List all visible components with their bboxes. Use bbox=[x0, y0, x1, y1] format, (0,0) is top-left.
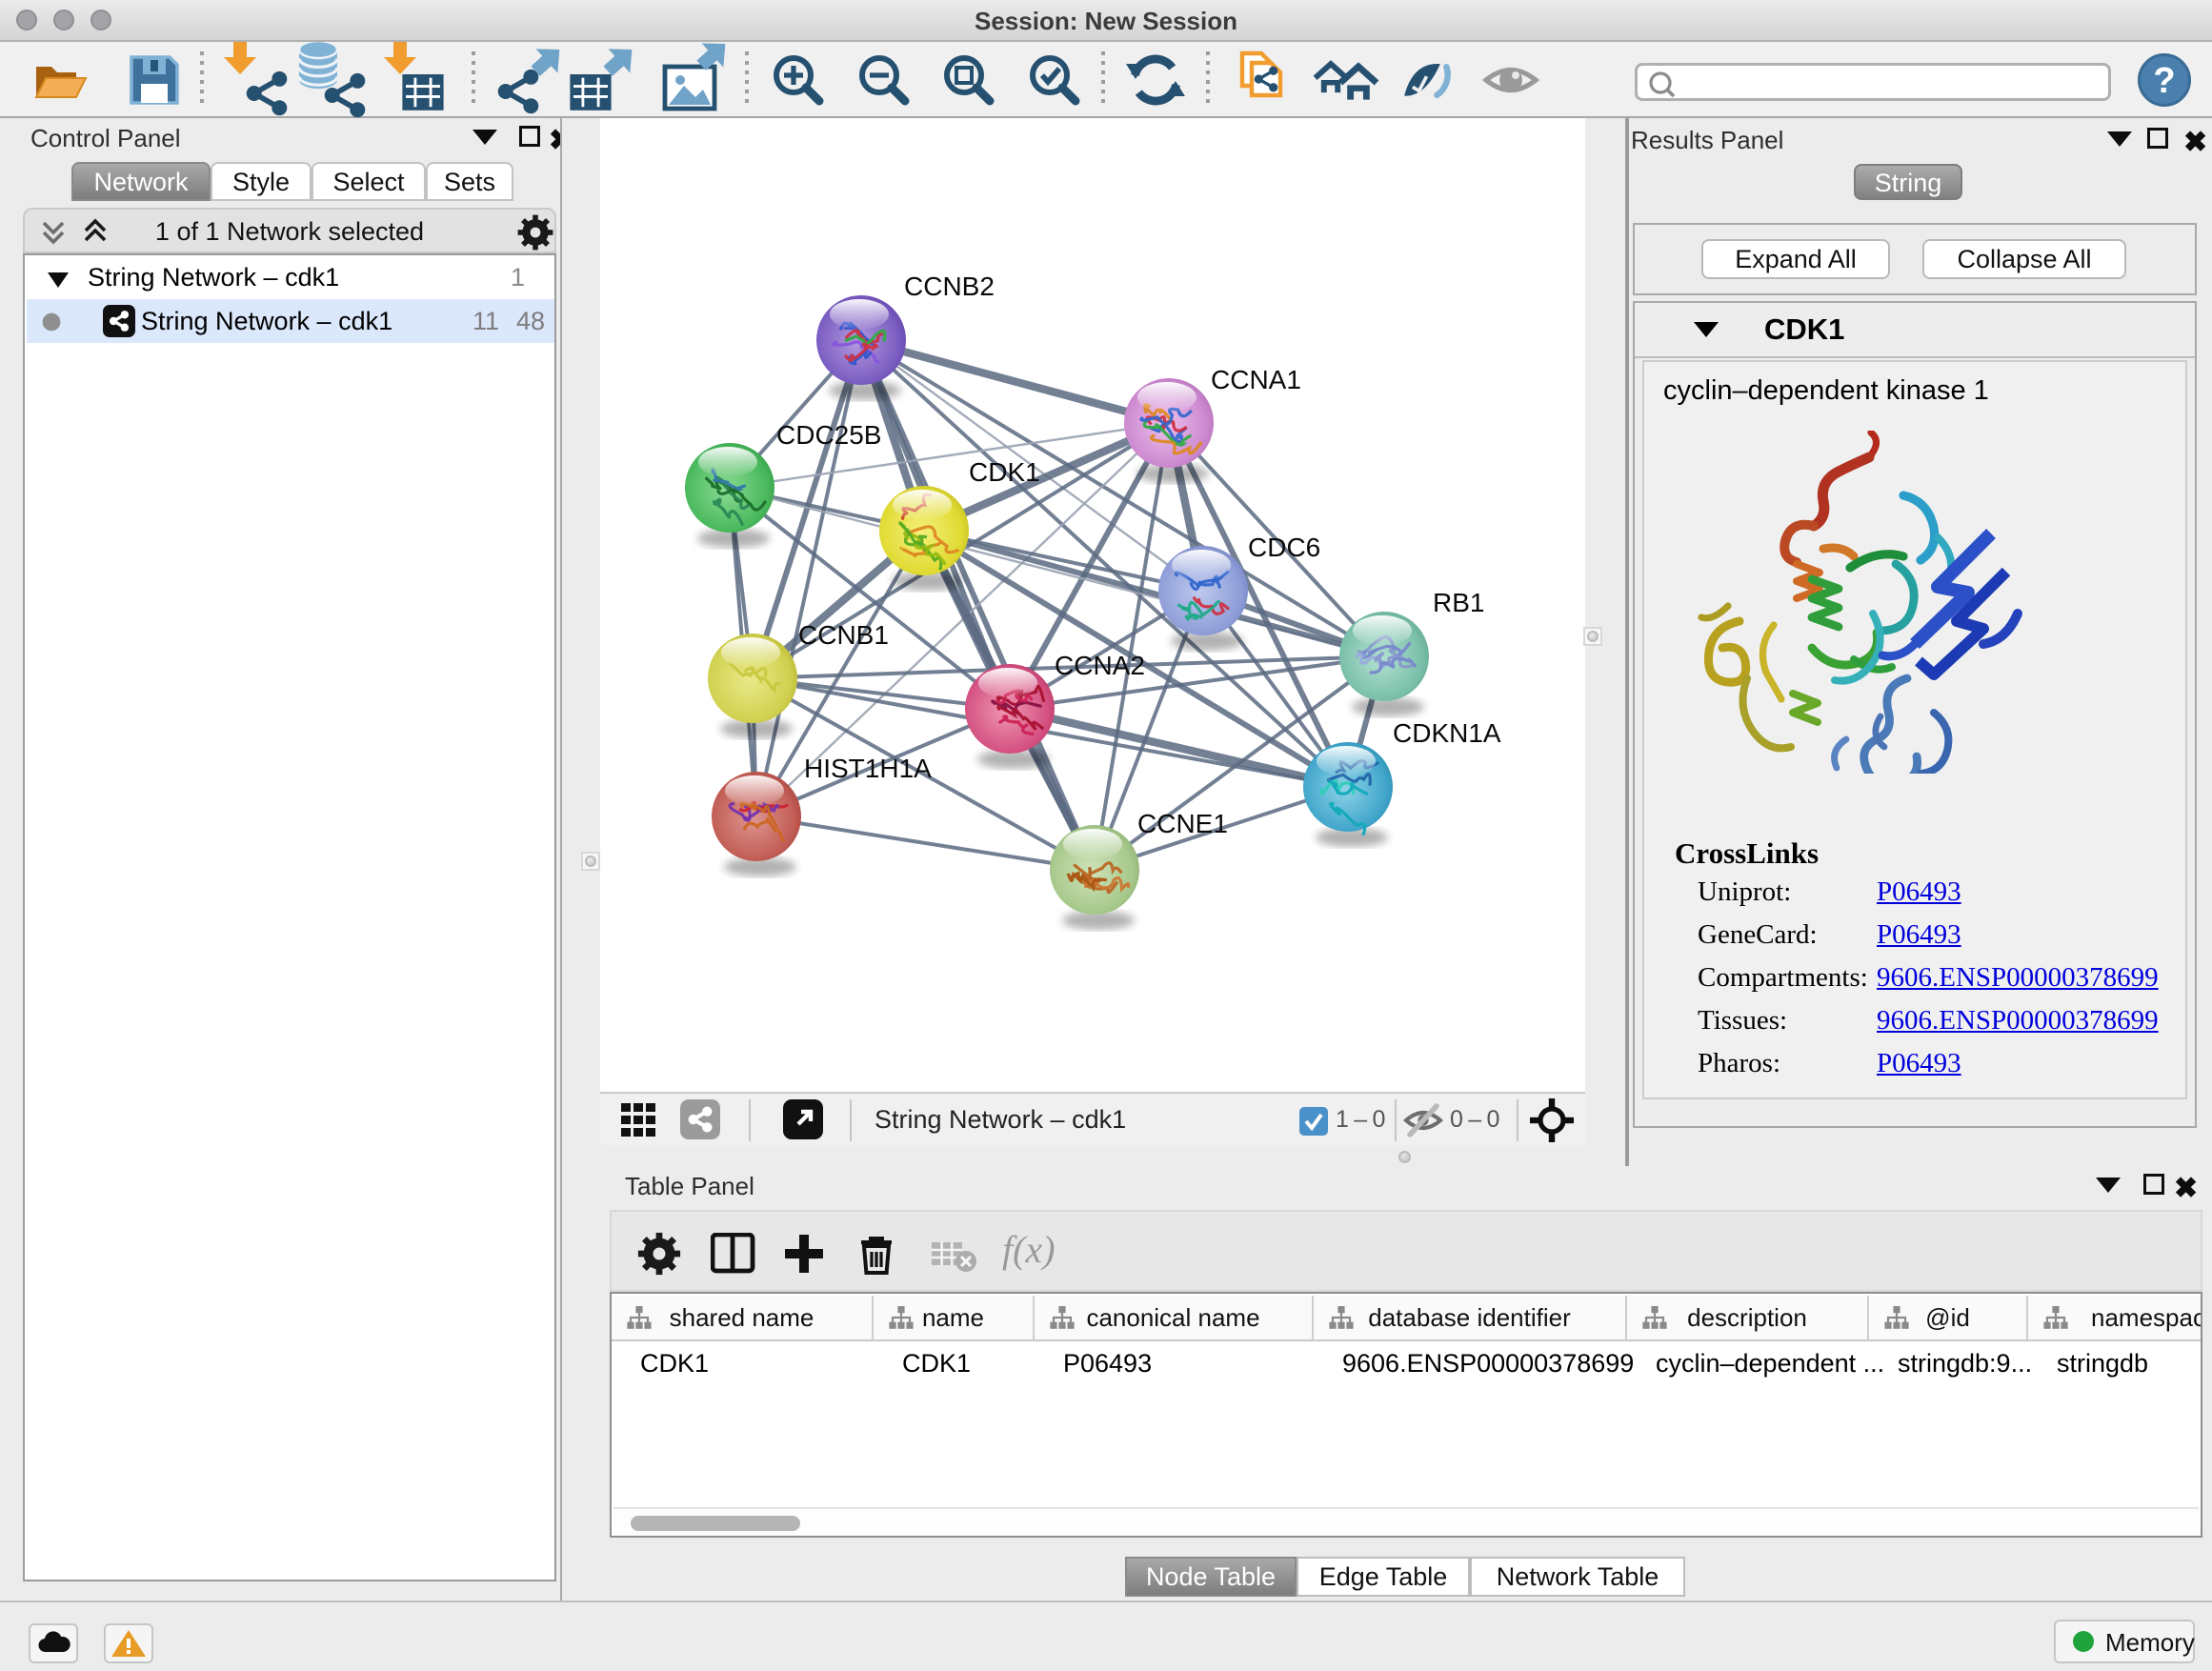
svg-text:HIST1H1A: HIST1H1A bbox=[804, 754, 932, 783]
svg-text:CCNA2: CCNA2 bbox=[1055, 651, 1145, 680]
svg-text:CCNB1: CCNB1 bbox=[798, 620, 889, 650]
svg-text:RB1: RB1 bbox=[1433, 588, 1484, 617]
svg-text:CDKN1A: CDKN1A bbox=[1393, 718, 1501, 748]
svg-text:CCNE1: CCNE1 bbox=[1137, 809, 1228, 838]
svg-text:CCNA1: CCNA1 bbox=[1211, 365, 1301, 394]
svg-text:CDC6: CDC6 bbox=[1248, 533, 1320, 562]
svg-text:CCNB2: CCNB2 bbox=[904, 272, 995, 301]
svg-text:CDC25B: CDC25B bbox=[776, 420, 881, 450]
svg-text:CDK1: CDK1 bbox=[969, 457, 1040, 487]
